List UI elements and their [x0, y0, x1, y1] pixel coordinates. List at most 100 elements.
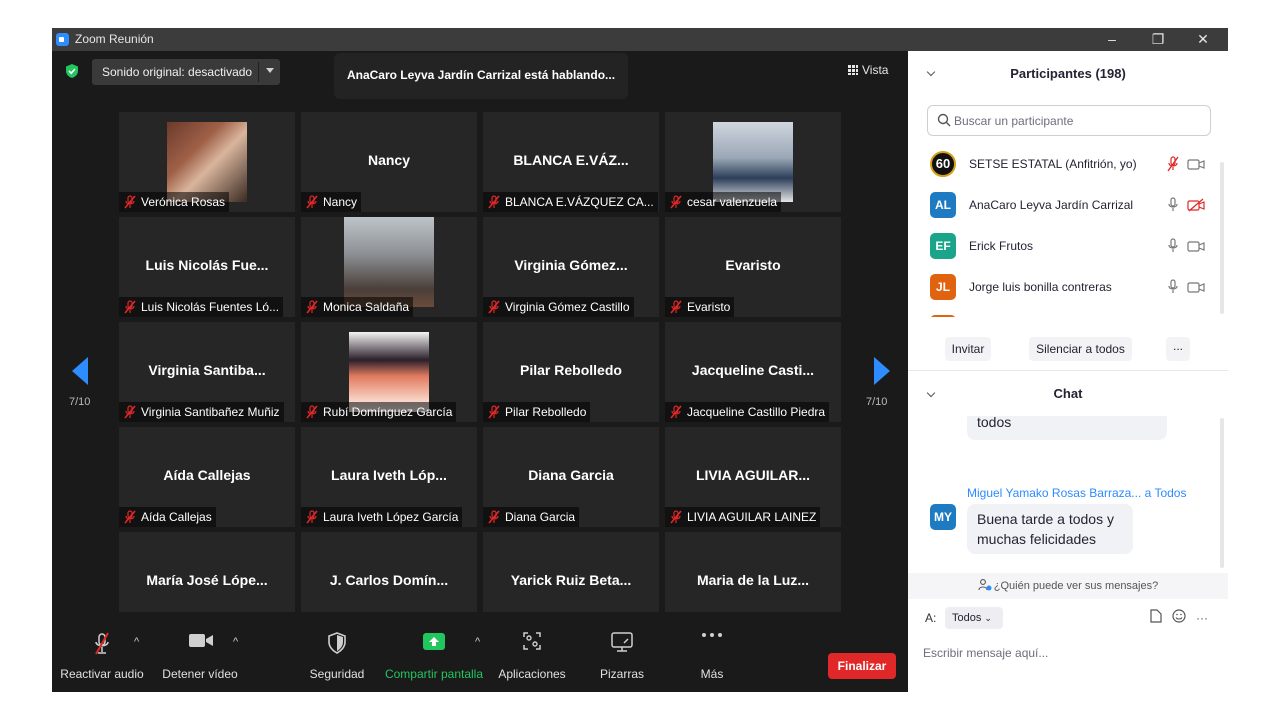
invite-button[interactable]: Invitar [945, 337, 991, 361]
camera-off-icon[interactable] [1187, 280, 1205, 294]
participant-avatar: JL [930, 274, 956, 300]
audio-options-caret-icon[interactable]: ^ [134, 636, 139, 648]
mic-muted-icon [306, 510, 318, 524]
participant-avatar: 60 [930, 151, 956, 177]
tile-display-name: Luis Nicolás Fue... [145, 257, 269, 273]
participant-video-tile[interactable]: Virginia Santiba... Virginia Santibañez M… [119, 322, 295, 422]
tile-name-label: Virginia Santibañez Muñiz [119, 402, 284, 422]
mic-muted-icon [670, 300, 682, 314]
participant-video-tile[interactable]: Monica Saldaña [301, 217, 477, 317]
pill-separator [258, 62, 259, 82]
chat-bubble-previous: todos [967, 416, 1167, 440]
participant-video-tile[interactable]: Evaristo Evaristo [665, 217, 841, 317]
participant-video-tile[interactable]: Laura Iveth Lóp... Laura Iveth López Garc… [301, 427, 477, 527]
emoji-icon[interactable] [1172, 609, 1186, 623]
participant-video-tile[interactable]: Jacqueline Casti... Jacqueline Castillo P… [665, 322, 841, 422]
camera-off-icon[interactable] [1187, 157, 1205, 171]
minimize-button[interactable]: – [1089, 28, 1135, 51]
search-icon [937, 113, 951, 127]
participant-row[interactable]: 60 SETSE ESTATAL (Anfitrión, yo) [908, 144, 1220, 185]
participant-video-tile[interactable]: Nancy Nancy [301, 112, 477, 212]
mic-icon[interactable] [1166, 279, 1180, 295]
participant-avatar [930, 315, 956, 317]
send-to-dropdown[interactable]: Todos ⌄ [945, 607, 1003, 629]
security-label: Seguridad [309, 667, 365, 681]
participant-video-image [713, 122, 793, 202]
mic-muted-icon [488, 510, 500, 524]
participant-row[interactable] [908, 308, 1220, 317]
encryption-shield-icon[interactable] [64, 63, 80, 79]
end-meeting-button[interactable]: Finalizar [828, 653, 896, 679]
window-title: Zoom Reunión [75, 32, 154, 46]
chat-sender-name: Miguel Yamako Rosas Barraza... [967, 486, 1142, 500]
original-sound-label: Sonido original: desactivado [102, 65, 253, 79]
share-options-caret-icon[interactable]: ^ [475, 636, 480, 648]
participant-row[interactable]: EF Erick Frutos [908, 226, 1220, 267]
tile-name-label: Laura Iveth López García [301, 507, 463, 527]
original-sound-toggle[interactable]: Sonido original: desactivado [92, 59, 280, 85]
tile-name-text: cesar valenzuela [687, 195, 778, 209]
participant-avatar: EF [930, 233, 956, 259]
participants-more-button[interactable]: ... [1166, 337, 1190, 361]
mic-muted-icon [488, 405, 500, 419]
chat-scrollbar[interactable] [1220, 418, 1224, 568]
participant-video-tile[interactable]: Virginia Gómez... Virginia Gómez Castillo [483, 217, 659, 317]
file-icon[interactable] [1150, 609, 1162, 623]
who-can-see-messages[interactable]: ¿Quién puede ver sus mensajes? [908, 573, 1228, 599]
share-screen-icon [423, 633, 445, 650]
mic-icon[interactable] [1166, 238, 1180, 254]
video-options-caret-icon[interactable]: ^ [233, 636, 238, 648]
participant-video-tile[interactable]: Rubí Domínguez García [301, 322, 477, 422]
camera-off-icon[interactable] [1187, 198, 1205, 212]
tile-display-name: Laura Iveth Lóp... [331, 467, 447, 483]
tile-name-label: Rubí Domínguez García [301, 402, 457, 422]
mic-muted-icon[interactable] [1166, 156, 1180, 172]
whiteboards-label: Pizarras [599, 667, 644, 681]
panel-divider [908, 370, 1228, 371]
tile-name-text: Luis Nicolás Fuentes Ló... [141, 300, 280, 314]
mute-all-button[interactable]: Silenciar a todos [1029, 337, 1132, 361]
chevron-down-icon: ⌄ [984, 613, 992, 623]
close-button[interactable]: ✕ [1180, 28, 1226, 51]
next-page-arrow-icon[interactable] [874, 357, 890, 385]
tile-display-name: Yarick Ruiz Beta... [510, 572, 632, 588]
participant-video-tile[interactable]: Diana Garcia Diana Garcia [483, 427, 659, 527]
side-panel: Participantes (198) 60 SETSE ESTATAL (Anf… [908, 51, 1228, 692]
tile-display-name: Evaristo [725, 257, 781, 273]
participant-video-image [344, 217, 434, 307]
mic-muted-icon [306, 405, 318, 419]
zoom-app-icon [56, 33, 69, 46]
participant-search-input[interactable] [927, 105, 1211, 136]
mic-muted-icon [670, 510, 682, 524]
participant-video-tile[interactable]: LIVIA AGUILAR... LIVIA AGUILAR LAINEZ [665, 427, 841, 527]
mic-muted-icon [124, 195, 136, 209]
previous-page-arrow-icon[interactable] [72, 357, 88, 385]
view-button[interactable]: Vista [848, 63, 888, 77]
who-can-see-label: ¿Quién puede ver sus mensajes? [993, 580, 1159, 592]
participant-row[interactable]: AL AnaCaro Leyva Jardín Carrizal [908, 185, 1220, 226]
chat-sender-avatar: MY [930, 504, 956, 530]
tile-name-text: Diana Garcia [505, 510, 576, 524]
participant-video-tile[interactable]: Verónica Rosas [119, 112, 295, 212]
camera-off-icon[interactable] [1187, 239, 1205, 253]
unmute-label: Reactivar audio [60, 667, 144, 681]
participant-video-tile[interactable]: Pilar Rebolledo Pilar Rebolledo [483, 322, 659, 422]
restore-button[interactable]: ❐ [1135, 28, 1181, 51]
tile-name-label: Virginia Gómez Castillo [483, 297, 634, 317]
view-label: Vista [862, 63, 889, 77]
more-label: Más [700, 667, 724, 681]
mic-icon[interactable] [1166, 197, 1180, 213]
tile-display-name: Aída Callejas [163, 467, 251, 483]
chat-message-input[interactable] [923, 641, 1213, 665]
participant-video-tile[interactable]: Aída Callejas Aída Callejas [119, 427, 295, 527]
participant-name: AnaCaro Leyva Jardín Carrizal [969, 198, 1134, 212]
participant-list-scrollbar[interactable] [1220, 162, 1224, 314]
participant-video-tile[interactable]: Luis Nicolás Fue... Luis Nicolás Fuentes … [119, 217, 295, 317]
chevron-down-icon[interactable] [266, 68, 274, 73]
participant-video-tile[interactable]: cesar valenzuela [665, 112, 841, 212]
participant-video-tile[interactable]: BLANCA E.VÁZ... BLANCA E.VÁZQUEZ CA... [483, 112, 659, 212]
participant-row[interactable]: JL Jorge luis bonilla contreras [908, 267, 1220, 308]
tile-name-label: Pilar Rebolledo [483, 402, 591, 422]
chat-more-icon[interactable]: ··· [1196, 611, 1208, 625]
participants-header: Participantes (198) [1010, 66, 1126, 81]
